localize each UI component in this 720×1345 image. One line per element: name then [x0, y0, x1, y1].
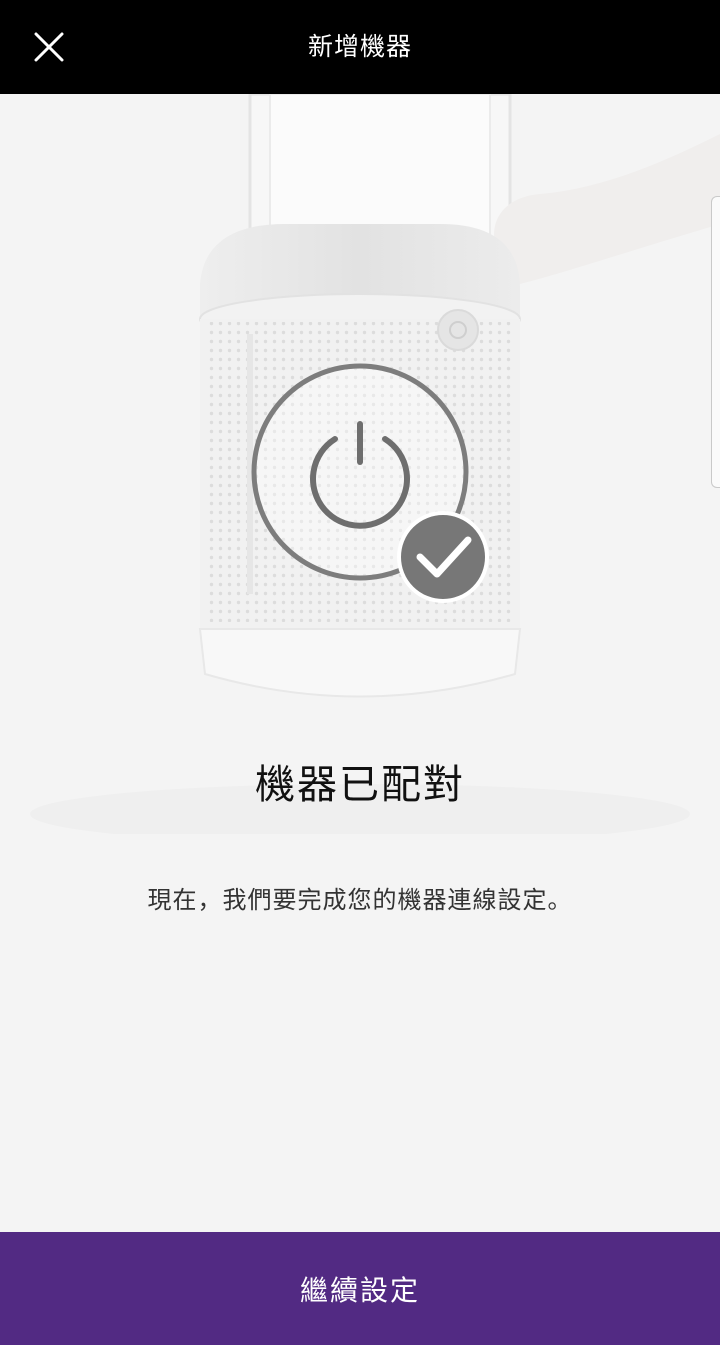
paired-description: 現在，我們要完成您的機器連線設定。: [147, 886, 573, 914]
close-icon: [34, 32, 64, 62]
purifier-fan-illustration: [30, 94, 720, 834]
page-title: 新增機器: [307, 32, 412, 61]
continue-setup-button[interactable]: 繼續設定: [0, 1232, 720, 1345]
checkmark-icon: [397, 511, 489, 603]
paired-heading: 機器已配對: [255, 762, 465, 808]
app-header: 新增機器: [0, 0, 720, 94]
hero-illustration: [0, 94, 720, 834]
continue-setup-label: 繼續設定: [299, 1273, 420, 1307]
side-scroll-handle[interactable]: [711, 196, 720, 488]
close-button[interactable]: [24, 22, 74, 72]
